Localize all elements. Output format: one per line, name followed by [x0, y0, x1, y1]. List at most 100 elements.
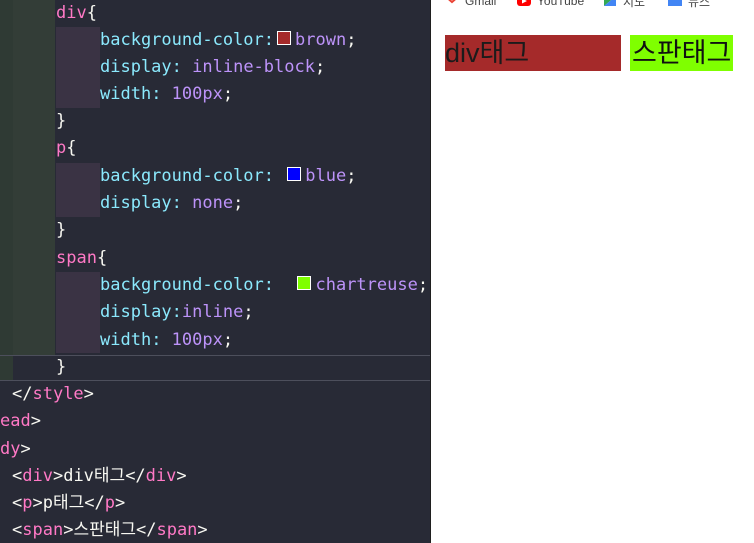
code-line[interactable]: background-color: blue;	[100, 163, 356, 190]
html-tag: div	[145, 466, 177, 486]
html-tag: dy	[0, 439, 21, 459]
color-swatch-icon[interactable]	[297, 276, 312, 290]
code-line[interactable]: background-color: chartreuse;	[100, 272, 428, 299]
colon: :	[171, 193, 193, 213]
code-line[interactable]: display: none;	[100, 190, 243, 217]
angle-bracket: >	[114, 493, 126, 513]
angle-bracket: >	[83, 384, 94, 404]
angle-bracket: >	[176, 466, 187, 486]
bookmarks-bar: Gmail YouTube 지도 뉴스	[431, 0, 754, 10]
indent-guide	[56, 163, 100, 217]
css-value: brown	[295, 30, 347, 50]
semicolon: ;	[346, 166, 357, 186]
bookmark-label: Gmail	[465, 0, 497, 8]
angle-bracket: <	[12, 493, 23, 513]
colon: :	[171, 57, 193, 77]
code-line[interactable]: }	[56, 354, 66, 381]
html-tag: p	[104, 493, 115, 513]
browser-preview: Gmail YouTube 지도 뉴스 div태그 스판태그	[430, 0, 754, 543]
colon: :	[151, 330, 172, 350]
bookmark-youtube[interactable]: YouTube	[517, 0, 584, 8]
html-tag: p	[22, 493, 33, 513]
code-line[interactable]: <div>div태그</div>	[12, 463, 187, 490]
css-selector: span	[56, 248, 97, 268]
brace: {	[66, 138, 77, 158]
indent-guide	[56, 272, 100, 353]
code-line[interactable]: </style>	[12, 381, 94, 408]
html-tag: span	[156, 520, 198, 540]
color-swatch-icon[interactable]	[277, 31, 292, 45]
css-value: 100px	[171, 330, 223, 350]
angle-bracket: </	[12, 384, 33, 404]
brace: }	[56, 111, 67, 131]
code-line[interactable]: background-color: brown;	[100, 27, 356, 54]
css-value: 100px	[171, 84, 223, 104]
css-property: background-color	[100, 30, 264, 50]
element-text: >p태그</	[32, 493, 105, 513]
colon: :	[263, 166, 285, 186]
bookmark-label: 뉴스	[688, 0, 711, 9]
youtube-icon	[517, 0, 531, 6]
maps-icon	[604, 0, 616, 6]
angle-bracket: <	[12, 466, 23, 486]
brace: {	[96, 248, 108, 268]
code-line[interactable]: <p>p태그</p>	[12, 490, 125, 517]
code-line[interactable]: width: 100px;	[100, 327, 233, 354]
code-line[interactable]: span{	[56, 245, 107, 272]
angle-bracket: >	[30, 411, 41, 431]
code-line[interactable]: display: inline-block;	[100, 54, 325, 81]
angle-bracket: >	[197, 520, 208, 540]
semicolon: ;	[346, 30, 357, 50]
css-property: display	[100, 193, 172, 213]
code-line[interactable]: }	[56, 108, 66, 135]
editor-indent-area	[13, 0, 55, 355]
code-line[interactable]: <span>스판태그</span>	[12, 517, 208, 543]
editor-gutter	[0, 0, 13, 380]
bookmark-news[interactable]: 뉴스	[668, 0, 711, 9]
semicolon: ;	[222, 84, 234, 104]
bookmark-label: 지도	[623, 0, 646, 9]
css-value: inline-block	[192, 57, 315, 77]
semicolon: ;	[222, 330, 234, 350]
html-tag: div	[22, 466, 53, 486]
css-selector: div	[56, 3, 87, 23]
code-editor[interactable]: div{ background-color: brown; display: in…	[0, 0, 430, 543]
colon: :	[151, 84, 172, 104]
css-value: none	[192, 193, 234, 213]
gmail-icon	[445, 0, 459, 6]
bookmark-label: YouTube	[537, 0, 585, 8]
semicolon: ;	[243, 302, 254, 322]
rendered-div-element: div태그	[445, 35, 621, 71]
news-icon	[668, 0, 682, 6]
element-text: >스판태그</	[63, 520, 157, 540]
bookmark-maps[interactable]: 지도	[603, 0, 646, 9]
code-line[interactable]: }	[56, 217, 66, 244]
code-line[interactable]: div{	[56, 0, 97, 27]
angle-bracket: <	[12, 520, 23, 540]
angle-bracket: >	[20, 439, 31, 459]
indent-guide	[56, 27, 100, 108]
code-line[interactable]: ead>	[0, 408, 41, 435]
css-property: width	[100, 84, 152, 104]
html-tag: span	[22, 520, 64, 540]
color-swatch-icon[interactable]	[287, 167, 302, 181]
css-property: background-color	[100, 275, 264, 295]
code-line[interactable]: width: 100px;	[100, 81, 233, 108]
brace: }	[56, 220, 67, 240]
bookmark-gmail[interactable]: Gmail	[445, 0, 496, 8]
brace: {	[86, 3, 97, 23]
css-selector: p	[56, 138, 67, 158]
css-value: blue	[305, 166, 347, 186]
code-line[interactable]: display:inline;	[100, 299, 254, 326]
code-line[interactable]: dy>	[0, 436, 31, 463]
css-value: chartreuse	[315, 275, 418, 295]
code-line[interactable]: p{	[56, 135, 77, 162]
semicolon: ;	[314, 57, 326, 77]
rendered-span-element: 스판태그	[630, 35, 734, 71]
brace: }	[56, 357, 67, 377]
semicolon: ;	[417, 275, 429, 295]
css-value: inline	[181, 302, 244, 322]
colon: :	[263, 30, 275, 50]
css-property: display	[100, 57, 172, 77]
element-text: >div태그</	[52, 466, 146, 486]
